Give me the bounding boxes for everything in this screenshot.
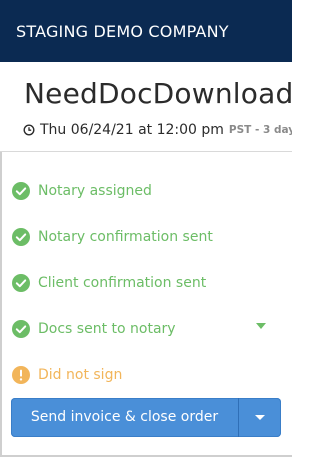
status-label: Did not sign bbox=[38, 367, 123, 383]
more-actions-dropdown-toggle[interactable] bbox=[239, 398, 281, 437]
order-card: STAGING DEMO COMPANY NeedDocDownload Thu… bbox=[0, 0, 294, 457]
status-notary-confirmation-sent: Notary confirmation sent bbox=[12, 227, 213, 247]
status-notary-assigned: Notary assigned bbox=[12, 181, 152, 201]
status-docs-sent-to-notary[interactable]: Docs sent to notary bbox=[12, 319, 274, 339]
caret-down-icon bbox=[255, 415, 265, 420]
status-label: Notary confirmation sent bbox=[38, 229, 213, 245]
check-circle-icon bbox=[12, 228, 30, 246]
caret-down-icon[interactable] bbox=[256, 323, 266, 329]
status-label: Notary assigned bbox=[38, 183, 152, 199]
check-circle-icon bbox=[12, 320, 30, 338]
status-did-not-sign: Did not sign bbox=[12, 365, 122, 385]
left-border bbox=[0, 152, 2, 457]
status-client-confirmation-sent: Client confirmation sent bbox=[12, 273, 206, 293]
order-date-text: Thu 06/24/21 at 12:00 pm bbox=[40, 122, 224, 138]
order-title: NeedDocDownload bbox=[24, 77, 294, 110]
clock-icon bbox=[23, 124, 35, 136]
check-circle-icon bbox=[12, 274, 30, 292]
status-label: Docs sent to notary bbox=[38, 321, 176, 337]
close-order-button-group: Send invoice & close order bbox=[11, 398, 281, 437]
status-label: Client confirmation sent bbox=[38, 275, 207, 291]
header-divider bbox=[0, 151, 292, 152]
order-datetime: Thu 06/24/21 at 12:00 pm PST - 3 days bbox=[23, 121, 292, 139]
send-invoice-close-order-button[interactable]: Send invoice & close order bbox=[11, 398, 239, 437]
check-circle-icon bbox=[12, 182, 30, 200]
company-header: STAGING DEMO COMPANY bbox=[0, 0, 292, 62]
exclamation-circle-icon bbox=[12, 366, 30, 384]
timezone-note: PST - 3 days bbox=[228, 124, 292, 136]
